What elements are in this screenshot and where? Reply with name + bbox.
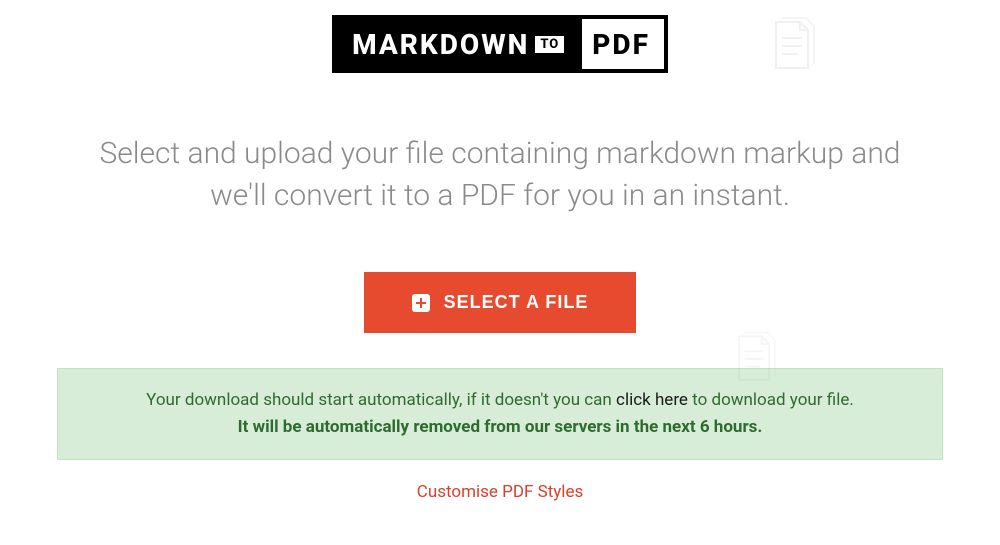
download-alert: Your download should start automatically… — [57, 368, 943, 460]
logo-text-markdown: MARKDOWN — [336, 19, 545, 69]
customise-styles-link[interactable]: Customise PDF Styles — [417, 482, 583, 502]
plus-icon — [412, 294, 430, 312]
download-link[interactable]: click here — [616, 390, 688, 410]
logo-text-pdf: PDF — [582, 19, 664, 69]
select-file-button[interactable]: SELECT A FILE — [364, 272, 637, 333]
select-file-button-label: SELECT A FILE — [444, 292, 589, 313]
site-logo: MARKDOWN TO PDF — [332, 15, 668, 73]
alert-text-pre: Your download should start automatically… — [146, 390, 616, 410]
documents-decor-icon — [758, 10, 830, 86]
alert-removal-notice: It will be automatically removed from ou… — [82, 414, 918, 441]
logo-text-to: TO — [533, 34, 566, 55]
page-description: Select and upload your file containing m… — [75, 133, 925, 217]
documents-decor-icon — [722, 325, 790, 397]
